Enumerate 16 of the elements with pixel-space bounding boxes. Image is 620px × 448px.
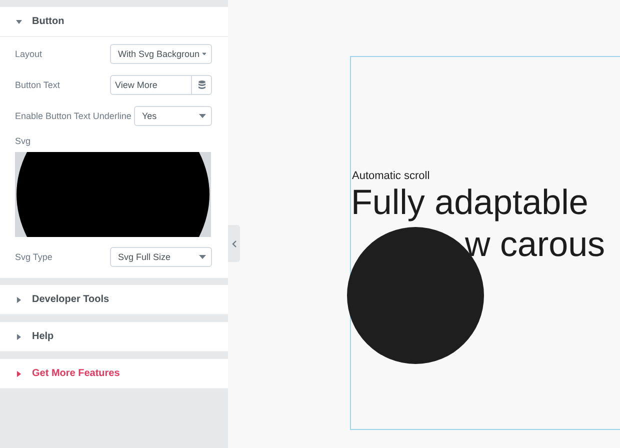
section-title: Button <box>32 16 64 27</box>
control-label: Svg <box>15 136 32 146</box>
select-field[interactable]: Yes <box>134 106 212 126</box>
control-label: Button Text <box>15 80 60 90</box>
headline-text: Fully adaptable <box>351 182 590 224</box>
control-label: Enable Button Text Underline <box>15 111 132 121</box>
section-title: Developer Tools <box>32 294 110 305</box>
section-title: Get More Features <box>32 368 120 379</box>
control-label: Layout <box>15 49 42 59</box>
headline-text: w carous <box>464 224 606 266</box>
text-field[interactable]: View More <box>110 75 192 95</box>
select-field[interactable]: Svg Full Size <box>110 247 212 267</box>
select-field[interactable]: With Svg Backgroun <box>110 44 212 64</box>
eyebrow-text: Automatic scroll <box>351 170 431 182</box>
section-title: Help <box>32 331 54 342</box>
control-label: Svg Type <box>15 252 52 262</box>
